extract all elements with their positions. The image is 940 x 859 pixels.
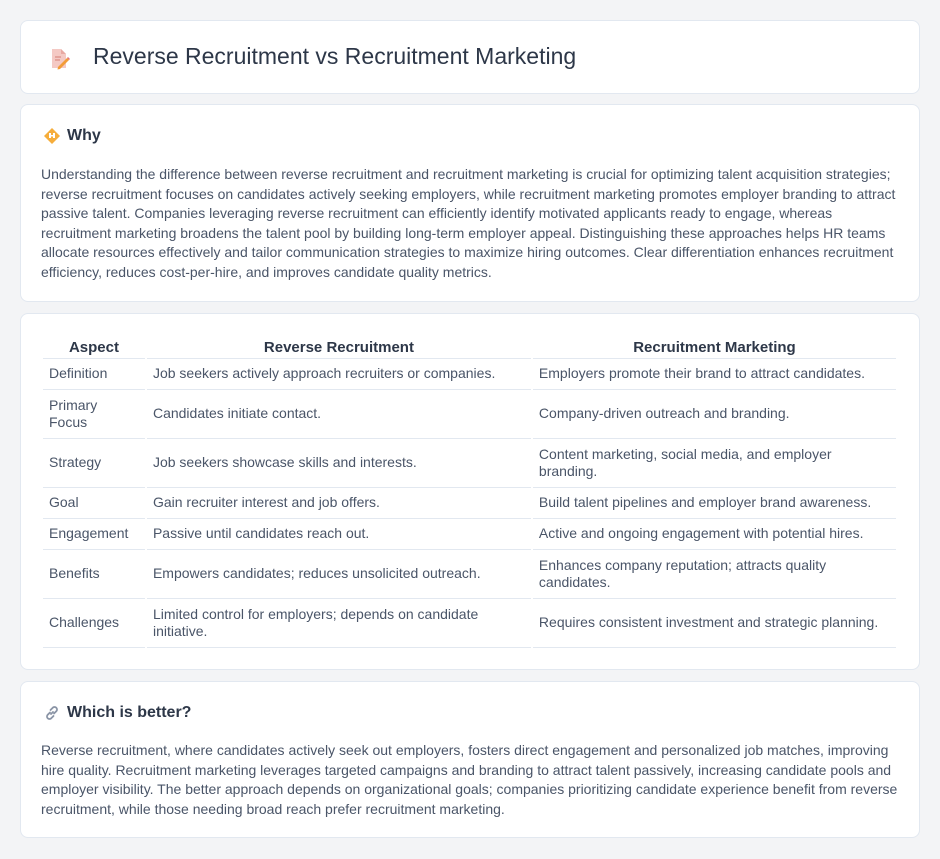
diamond-warning-icon bbox=[44, 128, 60, 144]
aspect-cell: Primary Focus bbox=[43, 390, 145, 439]
recruitment-marketing-cell: Employers promote their brand to attract… bbox=[532, 359, 896, 390]
recruitment-marketing-cell: Enhances company reputation; attracts qu… bbox=[532, 550, 896, 599]
reverse-recruitment-cell: Job seekers showcase skills and interest… bbox=[146, 439, 531, 488]
table-row: Engagement Passive until candidates reac… bbox=[43, 519, 896, 550]
recruitment-marketing-cell: Build talent pipelines and employer bran… bbox=[532, 488, 896, 519]
reverse-recruitment-cell: Passive until candidates reach out. bbox=[146, 519, 531, 550]
recruitment-marketing-cell: Content marketing, social media, and emp… bbox=[532, 439, 896, 488]
header-card: Reverse Recruitment vs Recruitment Marke… bbox=[20, 20, 920, 94]
reverse-recruitment-cell: Gain recruiter interest and job offers. bbox=[146, 488, 531, 519]
link-icon bbox=[46, 706, 58, 720]
reverse-recruitment-cell: Limited control for employers; depends o… bbox=[146, 599, 531, 648]
table-row: Challenges Limited control for employers… bbox=[43, 599, 896, 648]
document-pencil-icon bbox=[52, 49, 70, 70]
aspect-cell: Challenges bbox=[43, 599, 145, 648]
comparison-table: Aspect Reverse Recruitment Recruitment M… bbox=[41, 335, 898, 648]
reverse-recruitment-cell: Empowers candidates; reduces unsolicited… bbox=[146, 550, 531, 599]
reverse-recruitment-cell: Job seekers actively approach recruiters… bbox=[146, 359, 531, 390]
aspect-cell: Definition bbox=[43, 359, 145, 390]
aspect-cell: Goal bbox=[43, 488, 145, 519]
which-is-better-text: Reverse recruitment, where candidates ac… bbox=[41, 742, 898, 817]
aspect-cell: Engagement bbox=[43, 519, 145, 550]
table-row: Goal Gain recruiter interest and job off… bbox=[43, 488, 896, 519]
recruitment-marketing-cell: Company-driven outreach and branding. bbox=[532, 390, 896, 439]
which-is-better-title: Which is better? bbox=[67, 704, 192, 721]
which-is-better-section: Which is better? Reverse recruitment, wh… bbox=[20, 681, 920, 838]
why-title: Why bbox=[67, 127, 101, 144]
table-header-row: Aspect Reverse Recruitment Recruitment M… bbox=[43, 335, 896, 359]
why-section: Why Understanding the difference between… bbox=[20, 104, 920, 302]
column-header: Aspect bbox=[43, 335, 145, 359]
table-row: Strategy Job seekers showcase skills and… bbox=[43, 439, 896, 488]
table-row: Benefits Empowers candidates; reduces un… bbox=[43, 550, 896, 599]
recruitment-marketing-cell: Requires consistent investment and strat… bbox=[532, 599, 896, 648]
reverse-recruitment-cell: Candidates initiate contact. bbox=[146, 390, 531, 439]
column-header: Reverse Recruitment bbox=[146, 335, 531, 359]
comparison-table-card: Aspect Reverse Recruitment Recruitment M… bbox=[20, 313, 920, 670]
recruitment-marketing-cell: Active and ongoing engagement with poten… bbox=[532, 519, 896, 550]
table-row: Primary Focus Candidates initiate contac… bbox=[43, 390, 896, 439]
aspect-cell: Benefits bbox=[43, 550, 145, 599]
table-row: Definition Job seekers actively approach… bbox=[43, 359, 896, 390]
aspect-cell: Strategy bbox=[43, 439, 145, 488]
column-header: Recruitment Marketing bbox=[532, 335, 896, 359]
page-title: Reverse Recruitment vs Recruitment Marke… bbox=[93, 43, 577, 69]
why-text: Understanding the difference between rev… bbox=[41, 166, 896, 280]
